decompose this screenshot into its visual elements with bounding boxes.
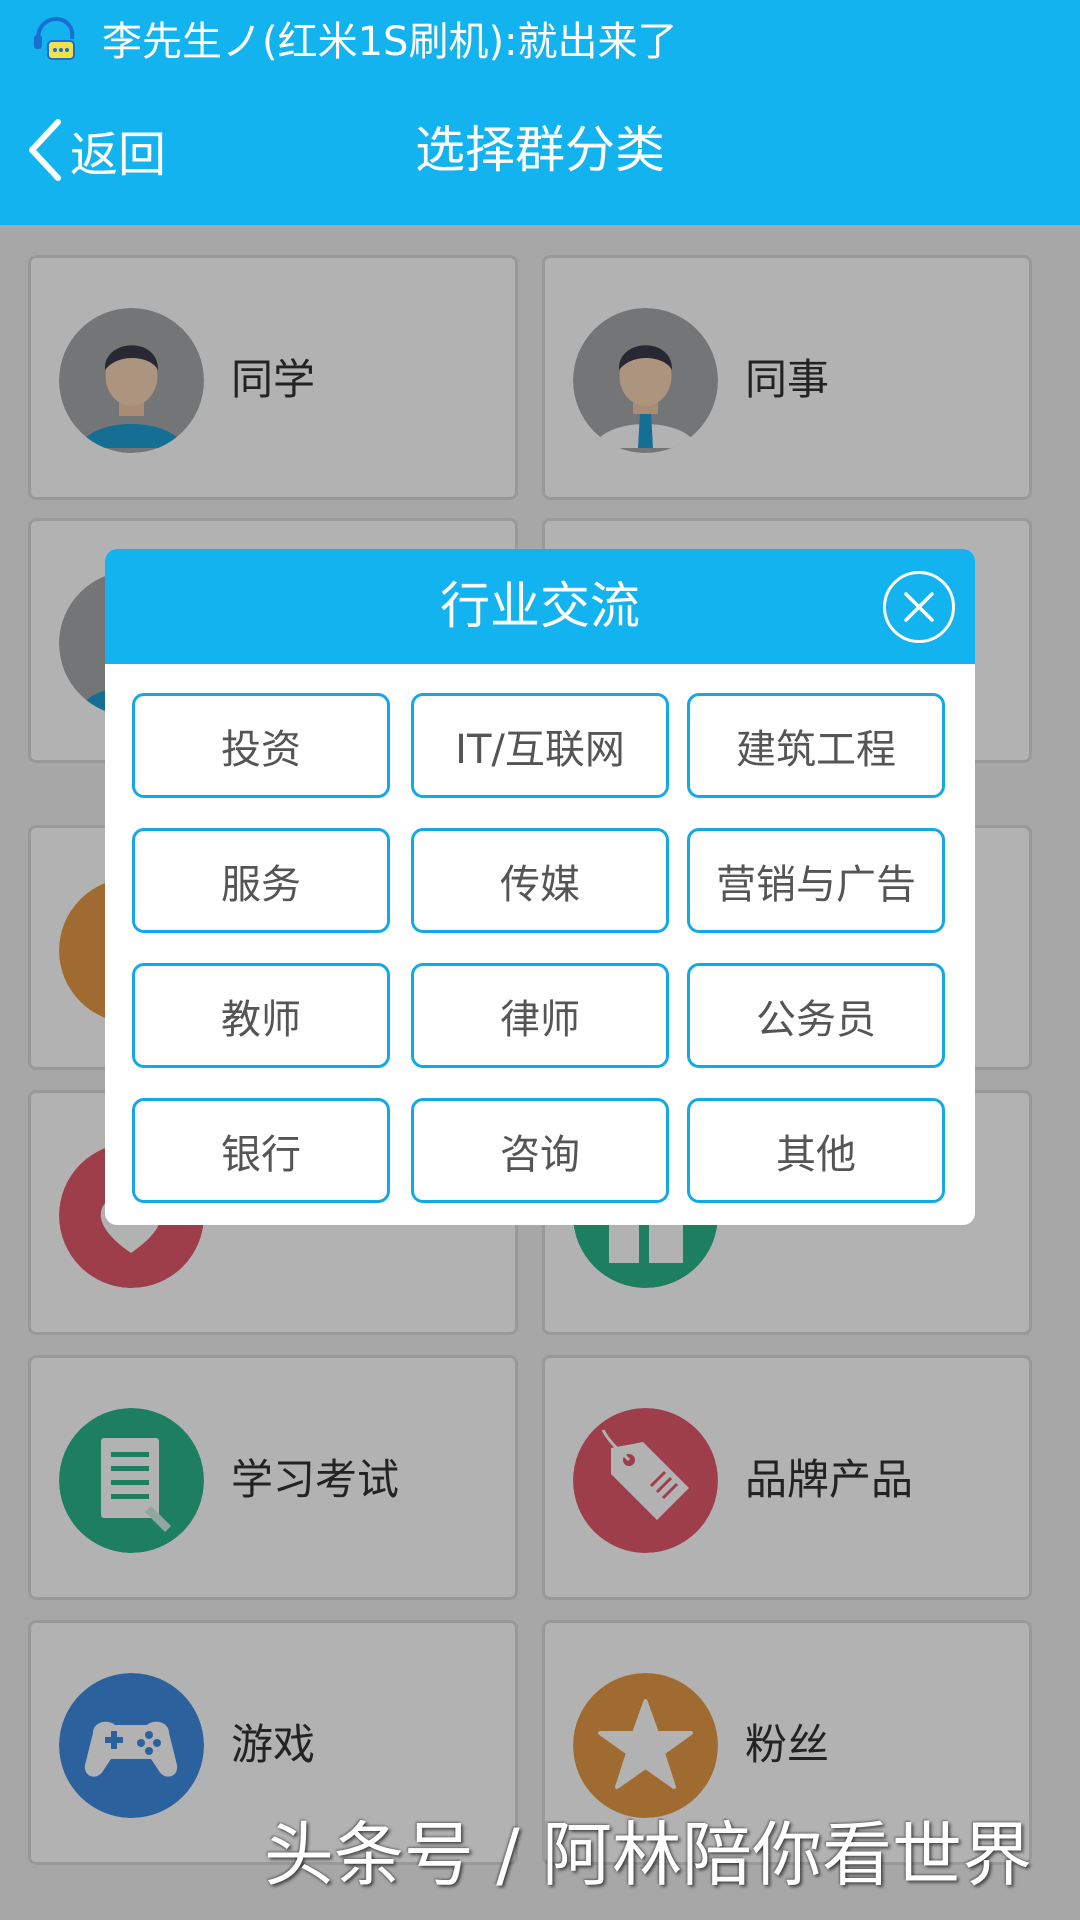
dialog-title: 行业交流 (440, 577, 640, 635)
notification-text: 李先生ノ(红米1S刷机):就出来了 (102, 18, 678, 65)
close-icon (904, 592, 934, 622)
option-bank[interactable]: 银行 (132, 1098, 390, 1203)
option-it-internet[interactable]: IT/互联网 (411, 693, 669, 798)
option-consulting[interactable]: 咨询 (411, 1098, 669, 1203)
page-title: 选择群分类 (415, 121, 665, 179)
notification-bar[interactable]: 李先生ノ(红米1S刷机):就出来了 (0, 0, 1080, 75)
close-button[interactable] (883, 571, 955, 643)
header-bar: 返回 选择群分类 (0, 75, 1080, 225)
option-service[interactable]: 服务 (132, 828, 390, 933)
option-construction[interactable]: 建筑工程 (687, 693, 945, 798)
option-marketing[interactable]: 营销与广告 (687, 828, 945, 933)
option-teacher[interactable]: 教师 (132, 963, 390, 1068)
industry-dialog: 行业交流 投资 IT/互联网 建筑工程 服务 传媒 营销与广告 教师 律师 公务… (105, 549, 975, 1225)
dialog-header: 行业交流 (105, 549, 975, 664)
option-investment[interactable]: 投资 (132, 693, 390, 798)
option-civil-servant[interactable]: 公务员 (687, 963, 945, 1068)
option-other[interactable]: 其他 (687, 1098, 945, 1203)
watermark: 头条号 / 阿林陪你看世界 (263, 1814, 1032, 1896)
qq-chat-icon (34, 16, 75, 60)
option-media[interactable]: 传媒 (411, 828, 669, 933)
screen: 李先生ノ(红米1S刷机):就出来了 返回 选择群分类 同学 同事 学习考试 品牌… (0, 0, 1080, 1920)
option-lawyer[interactable]: 律师 (411, 963, 669, 1068)
